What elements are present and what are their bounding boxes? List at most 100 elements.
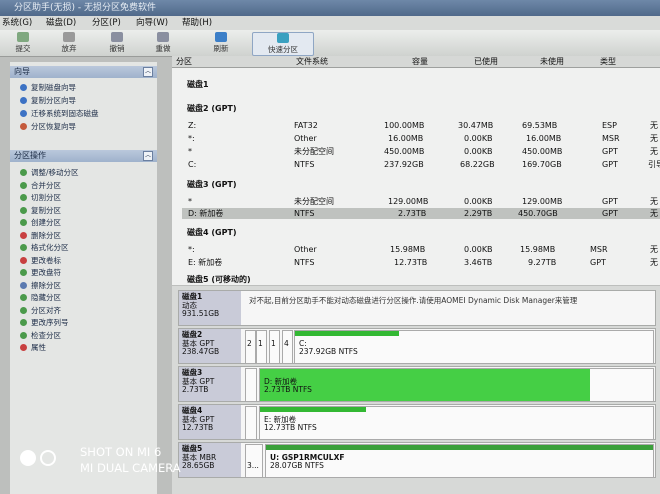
cell: 未分配空间 — [294, 147, 334, 156]
disk-heading[interactable]: 磁盘1 — [187, 79, 209, 90]
refresh-button[interactable]: 刷新 — [206, 32, 236, 54]
disk-map-label[interactable]: 磁盘1 动态 931.51GB — [179, 291, 241, 325]
partition-block[interactable] — [245, 406, 257, 440]
disk-map-label[interactable]: 磁盘4 基本 GPT 12.73TB — [179, 405, 241, 439]
col-filesystem[interactable]: 文件系统 — [296, 56, 328, 67]
op-copy[interactable]: 复制分区 — [20, 206, 61, 216]
disk-map-row[interactable]: 磁盘3 基本 GPT 2.73TB D: 新加卷 2.73TB NTFS — [178, 366, 656, 402]
disk-heading[interactable]: 磁盘4 (GPT) — [187, 227, 237, 238]
op-split[interactable]: 切割分区 — [20, 193, 61, 203]
menu-wizard[interactable]: 向导(W) — [136, 16, 168, 30]
op-merge[interactable]: 合并分区 — [20, 181, 61, 191]
cell[interactable]: E: 新加卷 — [188, 258, 222, 268]
col-partition[interactable]: 分区 — [176, 56, 192, 67]
op-delete[interactable]: 删除分区 — [20, 231, 61, 241]
disk-map-label[interactable]: 磁盘3 基本 GPT 2.73TB — [179, 367, 241, 401]
cell[interactable]: Z: — [188, 121, 196, 131]
cell: 0.00KB — [464, 245, 493, 254]
disk-heading[interactable]: 磁盘2 (GPT) — [187, 103, 237, 114]
align-icon — [20, 306, 27, 314]
toolbar: 提交 放弃 撤销 重做 刷新 快速分区 — [0, 30, 660, 57]
disk-map-row[interactable]: 磁盘1 动态 931.51GB 对不起,目前分区助手不能对动态磁盘进行分区操作.… — [178, 290, 656, 326]
menu-system[interactable]: 系统(G) — [2, 16, 32, 30]
cell: 16.00MB — [388, 134, 424, 143]
disk-map-row[interactable]: 磁盘5 基本 MBR 28.65GB 3... U: GSP1RMCULXF 2… — [178, 442, 656, 478]
menu-disk[interactable]: 磁盘(D) — [46, 16, 76, 30]
menu-partition[interactable]: 分区(P) — [92, 16, 121, 30]
col-type[interactable]: 类型 — [600, 56, 616, 67]
op-create[interactable]: 创建分区 — [20, 218, 61, 228]
op-check[interactable]: 检查分区 — [20, 331, 61, 341]
col-capacity[interactable]: 容量 — [412, 56, 428, 67]
resize-icon — [20, 169, 27, 176]
cell: 无 — [650, 258, 658, 267]
op-format[interactable]: 格式化分区 — [20, 243, 69, 253]
col-used[interactable]: 已使用 — [474, 56, 498, 67]
copy-icon — [20, 206, 27, 214]
op-wipe[interactable]: 擦除分区 — [20, 281, 61, 291]
disk-heading[interactable]: 磁盘3 (GPT) — [187, 179, 237, 190]
wizard-panel-header[interactable]: 向导 ︿ — [10, 66, 157, 78]
op-align[interactable]: 分区对齐 — [20, 306, 61, 316]
undo-button[interactable]: 撤销 — [104, 32, 130, 54]
collapse-icon[interactable]: ︿ — [143, 67, 153, 77]
cell: GPT — [602, 147, 618, 156]
partition-block[interactable] — [245, 368, 257, 402]
op-resize[interactable]: 调整/移动分区 — [20, 168, 79, 178]
collapse-icon[interactable]: ︿ — [143, 151, 153, 161]
cell[interactable]: *: — [188, 134, 195, 144]
apply-button[interactable]: 提交 — [10, 32, 36, 54]
op-label[interactable]: 更改卷标 — [20, 256, 61, 266]
cell[interactable]: * — [188, 147, 192, 157]
partition-block[interactable]: 1 — [256, 330, 267, 364]
partition-block-e[interactable]: E: 新加卷 12.73TB NTFS — [259, 406, 654, 440]
partition-block[interactable]: 1 — [269, 330, 280, 364]
cell: 0.00KB — [464, 197, 493, 206]
cell: 450.70GB — [518, 209, 558, 218]
properties-icon — [20, 344, 27, 351]
partition-block[interactable]: 3... — [245, 444, 263, 478]
cell: 无 — [650, 121, 658, 130]
cell[interactable]: D: 新加卷 — [188, 209, 223, 219]
wizard-item-copy-partition[interactable]: 复制分区向导 — [20, 96, 76, 106]
op-drive-letter[interactable]: 更改盘符 — [20, 268, 61, 278]
partition-block[interactable]: 2 — [245, 330, 256, 364]
migrate-icon — [20, 110, 27, 117]
partition-icon — [20, 97, 27, 104]
disk-heading[interactable]: 磁盘5 (可移动的) — [187, 274, 251, 285]
wizard-item-copy-disk[interactable]: 复制磁盘向导 — [20, 83, 76, 93]
ops-panel-header[interactable]: 分区操作 ︿ — [10, 150, 157, 162]
recovery-icon — [20, 123, 27, 130]
cell[interactable]: C: — [188, 160, 196, 170]
op-serial[interactable]: 更改序列号 — [20, 318, 69, 328]
disk-map-label[interactable]: 磁盘2 基本 GPT 238.47GB — [179, 329, 241, 363]
wizard-item-recovery[interactable]: 分区恢复向导 — [20, 122, 76, 132]
cell: 15.98MB — [390, 245, 426, 254]
refresh-icon — [215, 32, 227, 42]
discard-button[interactable]: 放弃 — [56, 32, 82, 54]
partition-block-d[interactable]: D: 新加卷 2.73TB NTFS — [259, 368, 654, 402]
op-hide[interactable]: 隐藏分区 — [20, 293, 61, 303]
cell: MSR — [590, 245, 608, 254]
create-icon — [20, 219, 27, 226]
disk-map-row[interactable]: 磁盘2 基本 GPT 238.47GB 2 1 1 4 C: 237.92GB … — [178, 328, 656, 364]
menu-help[interactable]: 帮助(H) — [182, 16, 212, 30]
partition-block-c[interactable]: C: 237.92GB NTFS — [294, 330, 654, 364]
window-title: 分区助手(无损) - 无损分区免费软件 — [0, 0, 660, 16]
wizard-item-migrate-os[interactable]: 迁移系统到固态磁盘 — [20, 109, 99, 119]
partition-block-u[interactable]: U: GSP1RMCULXF 28.07GB NTFS — [265, 444, 654, 478]
delete-icon — [20, 231, 27, 239]
redo-button[interactable]: 重做 — [150, 32, 176, 54]
cell: GPT — [602, 209, 618, 218]
disk-map-row[interactable]: 磁盘4 基本 GPT 12.73TB E: 新加卷 12.73TB NTFS — [178, 404, 656, 440]
cell: 9.27TB — [528, 258, 557, 267]
wipe-icon — [20, 281, 27, 289]
cell: 100.00MB — [384, 121, 425, 130]
col-free[interactable]: 未使用 — [540, 56, 564, 67]
cell[interactable]: *: — [188, 245, 195, 255]
partition-block[interactable]: 4 — [282, 330, 293, 364]
cell[interactable]: * — [188, 197, 192, 207]
partition-c-usage-fill — [295, 331, 399, 336]
quick-partition-button[interactable]: 快速分区 — [252, 32, 314, 56]
op-properties[interactable]: 属性 — [20, 343, 46, 353]
